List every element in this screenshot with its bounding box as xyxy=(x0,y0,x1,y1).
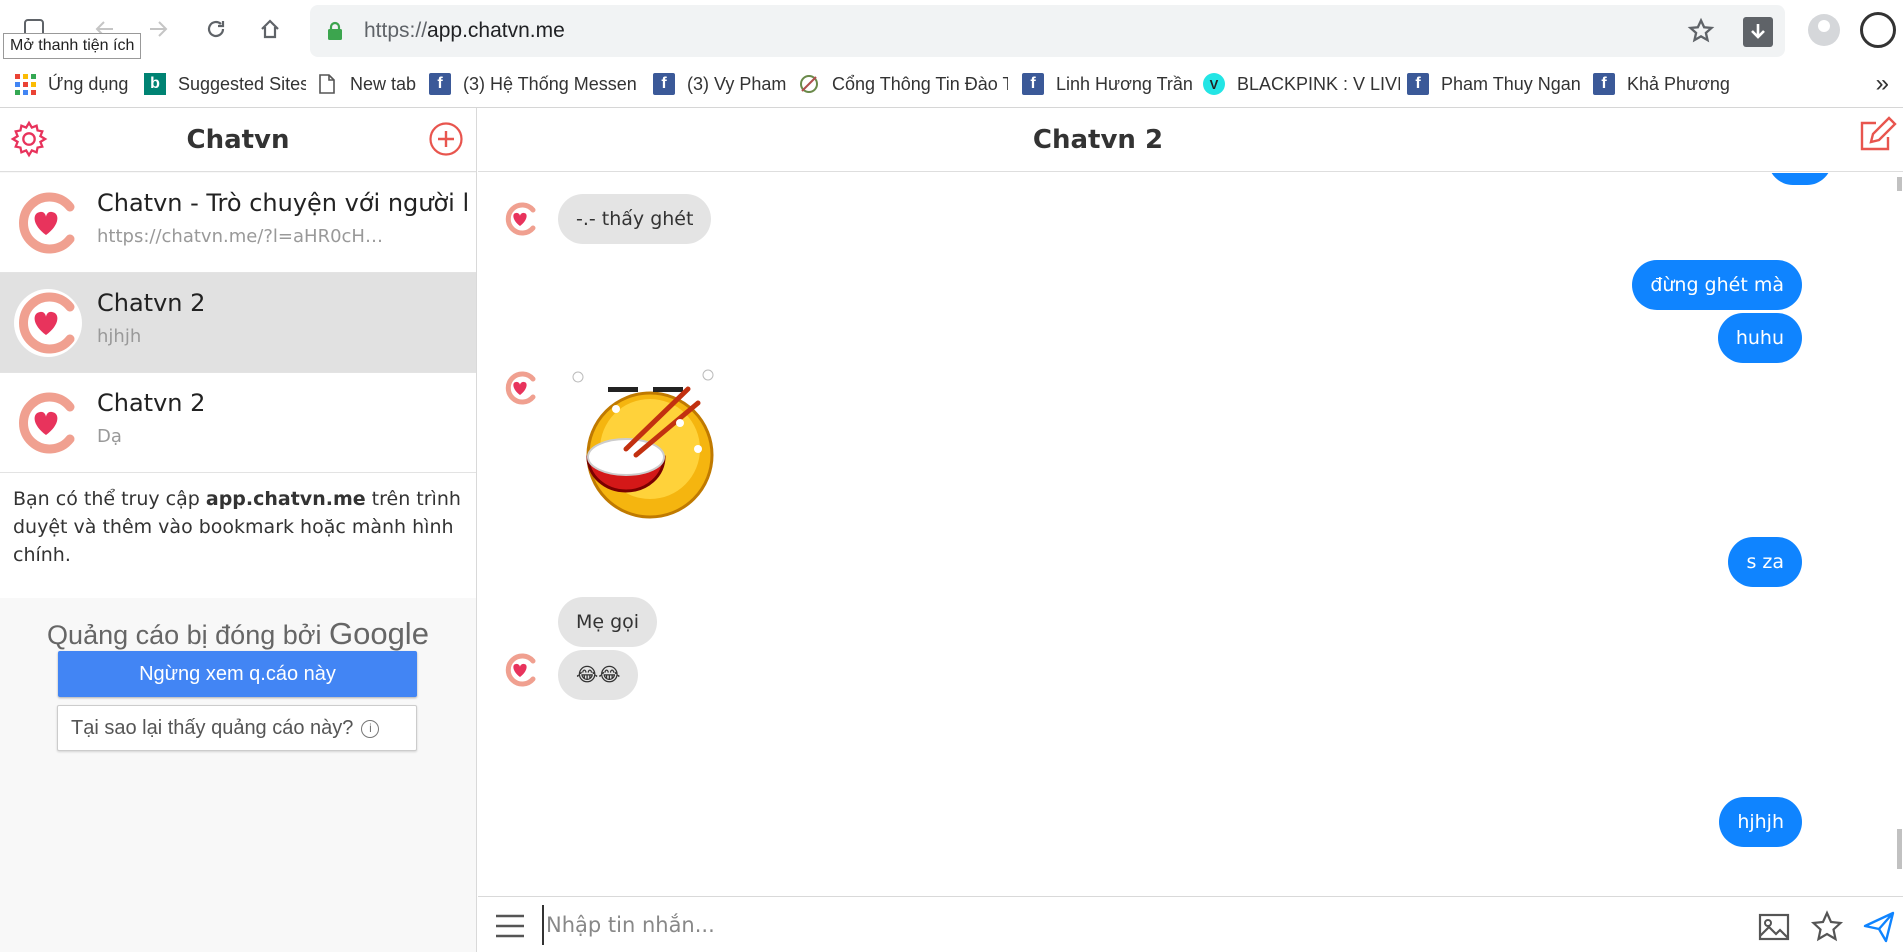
reload-icon[interactable] xyxy=(199,12,233,46)
info-icon: i xyxy=(361,719,380,738)
scrollbar-thumb[interactable] xyxy=(1897,829,1902,869)
conversation-preview: hjhjh xyxy=(97,326,142,347)
chatvn-logo-icon xyxy=(14,189,82,257)
profile-avatar-icon[interactable] xyxy=(1808,14,1840,46)
send-icon[interactable] xyxy=(1862,910,1896,944)
chat-header: Chatvn 2 xyxy=(478,108,1903,172)
message-bubble-incoming: Mẹ gọi xyxy=(558,597,658,647)
facebook-icon: f xyxy=(429,73,451,95)
why-this-ad-button[interactable]: Tại sao lại thấy quảng cáo này? i xyxy=(57,705,417,751)
chatvn-logo-icon xyxy=(14,289,82,357)
message-bubble-partial xyxy=(1768,173,1832,185)
sidebar: Chatvn Chatvn - Trò chuyện với người lạ … xyxy=(0,108,477,952)
conversation-name: Chatvn 2 xyxy=(97,289,206,317)
conversation-item-active[interactable]: Chatvn 2 hjhjh xyxy=(0,273,476,373)
eating-rice-emoji-sticker xyxy=(572,369,714,519)
bookmarks-overflow-button[interactable]: » xyxy=(1876,60,1889,108)
portal-icon xyxy=(798,73,820,95)
chatvn-logo-icon xyxy=(505,653,536,687)
lock-icon xyxy=(328,21,342,40)
app-url-bold: app.chatvn.me xyxy=(205,488,366,510)
conversation-preview: https://chatvn.me/?l=aHR0cHM6L... xyxy=(97,226,397,247)
chat-title: Chatvn 2 xyxy=(1032,125,1164,155)
facebook-icon: f xyxy=(653,73,675,95)
bing-icon: b xyxy=(144,73,166,95)
chat-main: Chatvn 2 -.- thấy ghét đừng ghét mà huhu xyxy=(478,108,1903,952)
message-bubble-outgoing: đừng ghét mà xyxy=(1632,260,1802,310)
facebook-icon: f xyxy=(1407,73,1429,95)
page-icon xyxy=(316,73,338,95)
ad-closed-title: Quảng cáo bị đóng bởi Google xyxy=(47,616,429,651)
message-composer xyxy=(478,896,1903,952)
ad-closed-panel: Quảng cáo bị đóng bởi Google Ngừng xem q… xyxy=(0,600,476,952)
home-icon[interactable] xyxy=(253,12,287,46)
conversation-item[interactable]: Chatvn - Trò chuyện với người lạ https:/… xyxy=(0,173,476,273)
conversation-item[interactable]: Chatvn 2 Dạ xyxy=(0,373,476,473)
chatvn-logo-icon xyxy=(14,389,82,457)
compose-edit-icon[interactable] xyxy=(1858,115,1898,155)
facebook-icon: f xyxy=(1593,73,1615,95)
bookmark-linh-huong-tran[interactable]: f Linh Hương Trần xyxy=(1022,60,1194,108)
scrollbar-up-marker[interactable] xyxy=(1897,177,1902,191)
bookmark-vy-pham[interactable]: f (3) Vy Pham xyxy=(653,60,787,108)
bookmarks-bar: Ứng dụng b Suggested Sites New tab f (3) H… xyxy=(0,60,1903,108)
vlive-icon: V xyxy=(1203,73,1225,95)
message-bubble-outgoing: hjhjh xyxy=(1719,797,1802,847)
facebook-icon: f xyxy=(1022,73,1044,95)
message-bubble-outgoing: huhu xyxy=(1717,313,1802,363)
browser-toolbar: Mở thanh tiện ích https://app.chatvn.me xyxy=(0,0,1903,60)
chatvn-logo-icon xyxy=(505,202,536,236)
google-brand: Google xyxy=(328,616,429,651)
toolbar-tooltip: Mở thanh tiện ích xyxy=(3,33,142,59)
new-chat-plus-icon[interactable] xyxy=(428,121,464,157)
sidebar-title: Chatvn xyxy=(186,125,290,155)
extension-circle-icon[interactable] xyxy=(1860,12,1896,48)
sticker-star-icon[interactable] xyxy=(1810,910,1844,944)
bookmark-pham-thuy-ngan[interactable]: f Pham Thuy Ngan xyxy=(1407,60,1585,108)
forward-icon[interactable] xyxy=(141,12,175,46)
message-bubble-incoming: 😂😂 xyxy=(558,650,639,700)
sidebar-header: Chatvn xyxy=(0,108,476,172)
message-bubble-outgoing: s za xyxy=(1728,537,1802,587)
image-attach-icon[interactable] xyxy=(1757,910,1791,944)
apps-grid-icon xyxy=(14,73,36,95)
menu-hamburger-icon[interactable] xyxy=(494,913,526,939)
address-bar[interactable]: https://app.chatvn.me xyxy=(310,5,1785,57)
message-list: -.- thấy ghét đừng ghét mà huhu s za Mẹ … xyxy=(478,173,1903,896)
bookmark-apps[interactable]: Ứng dụng xyxy=(14,60,136,108)
bookmark-star-icon[interactable] xyxy=(1687,17,1715,45)
chatvn-logo-icon xyxy=(505,371,536,405)
conversation-name: Chatvn - Trò chuyện với người lạ xyxy=(97,189,467,217)
bookmark-new-tab[interactable]: New tab xyxy=(316,60,421,108)
install-info-text: Bạn có thể truy cập app.chatvn.me trên t… xyxy=(0,473,476,598)
bookmark-blackpink-vlive[interactable]: V BLACKPINK : V LIVE xyxy=(1203,60,1400,108)
message-bubble-incoming: -.- thấy ghét xyxy=(558,194,712,244)
chat-app: Chatvn Chatvn - Trò chuyện với người lạ … xyxy=(0,108,1903,952)
bookmark-suggested-sites[interactable]: b Suggested Sites xyxy=(144,60,306,108)
download-icon[interactable] xyxy=(1743,17,1773,47)
bookmark-he-thong-messeng[interactable]: f (3) Hệ Thống Messeng xyxy=(429,60,637,108)
conversation-name: Chatvn 2 xyxy=(97,389,206,417)
conversation-preview: Dạ xyxy=(97,426,122,447)
message-input[interactable] xyxy=(542,905,1542,945)
url-text: https://app.chatvn.me xyxy=(364,19,565,42)
bookmark-kha-phuong[interactable]: f Khả Phương xyxy=(1593,60,1733,108)
bookmark-cong-thong-tin[interactable]: Cổng Thông Tin Đào T xyxy=(798,60,1008,108)
stop-seeing-ad-button[interactable]: Ngừng xem q.cáo này xyxy=(58,651,417,697)
